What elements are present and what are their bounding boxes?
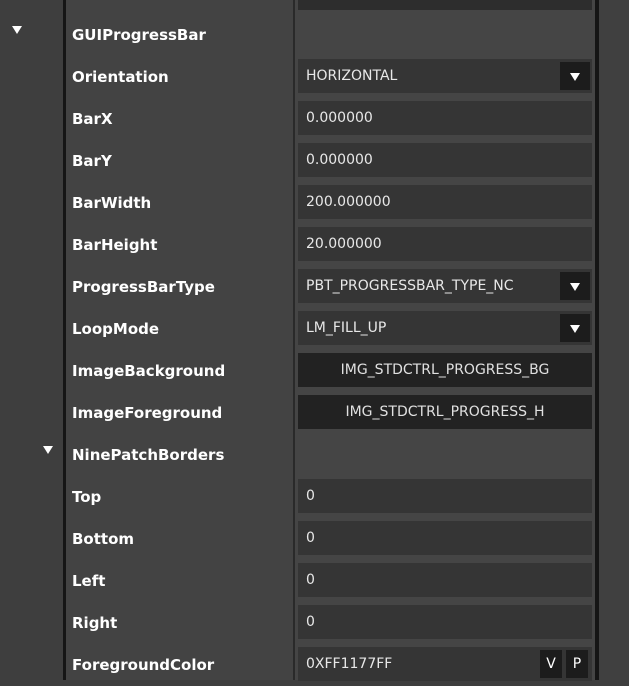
button-value: IMG_STDCTRL_PROGRESS_BG <box>340 362 550 378</box>
input-value: 0XFF1177FF <box>306 656 393 672</box>
barheight-input[interactable]: 20.000000 <box>298 227 592 261</box>
property-label: BarWidth <box>72 194 152 212</box>
bary-input[interactable]: 0.000000 <box>298 143 592 177</box>
top-input[interactable]: 0 <box>298 479 592 513</box>
section-title: NinePatchBorders <box>72 446 225 464</box>
foregroundcolor-input[interactable]: 0XFF1177FF V P <box>298 647 592 681</box>
property-label: BarHeight <box>72 236 158 254</box>
dropdown-arrow-icon <box>570 283 580 291</box>
property-row-bary: BarY 0.000000 <box>0 140 595 182</box>
scrollbar-track[interactable] <box>599 0 629 680</box>
imageforeground-picker-button[interactable]: IMG_STDCTRL_PROGRESS_H <box>298 395 592 429</box>
dropdown-button[interactable] <box>560 62 590 90</box>
property-label: Orientation <box>72 68 169 86</box>
property-row-left: Left 0 <box>0 560 595 602</box>
select-value: PBT_PROGRESSBAR_TYPE_NC <box>306 278 514 294</box>
select-value: LM_FILL_UP <box>306 320 387 336</box>
input-value: 200.000000 <box>306 194 391 210</box>
property-label: Right <box>72 614 118 632</box>
property-row-loopmode: LoopMode LM_FILL_UP <box>0 308 595 350</box>
input-value: 0.000000 <box>306 152 373 168</box>
progressbartype-select[interactable]: PBT_PROGRESSBAR_TYPE_NC <box>298 269 592 303</box>
imagebackground-picker-button[interactable]: IMG_STDCTRL_PROGRESS_BG <box>298 353 592 387</box>
previous-field-edge <box>298 0 592 10</box>
barx-input[interactable]: 0.000000 <box>298 101 592 135</box>
input-value: 0 <box>306 488 315 504</box>
dropdown-button[interactable] <box>560 314 590 342</box>
input-value: 0 <box>306 572 315 588</box>
chevron-down-icon[interactable] <box>43 446 53 454</box>
property-row-progressbartype: ProgressBarType PBT_PROGRESSBAR_TYPE_NC <box>0 266 595 308</box>
color-v-button[interactable]: V <box>540 650 562 678</box>
property-row-orientation: Orientation HORIZONTAL <box>0 56 595 98</box>
left-input[interactable]: 0 <box>298 563 592 597</box>
property-label: Bottom <box>72 530 135 548</box>
dropdown-arrow-icon <box>570 325 580 333</box>
input-value: 20.000000 <box>306 236 382 252</box>
property-label: ProgressBarType <box>72 278 215 296</box>
button-value: IMG_STDCTRL_PROGRESS_H <box>345 404 545 420</box>
property-row-bottom: Bottom 0 <box>0 518 595 560</box>
input-value: 0 <box>306 614 315 630</box>
property-row-right: Right 0 <box>0 602 595 644</box>
input-value: 0.000000 <box>306 110 373 126</box>
property-label: BarX <box>72 110 113 128</box>
dropdown-arrow-icon <box>570 73 580 81</box>
property-row-top: Top 0 <box>0 476 595 518</box>
section-header-ninepatchborders[interactable]: NinePatchBorders <box>0 434 595 476</box>
dropdown-button[interactable] <box>560 272 590 300</box>
chevron-down-icon[interactable] <box>12 26 22 34</box>
property-label: ImageForeground <box>72 404 223 422</box>
input-value: 0 <box>306 530 315 546</box>
right-input[interactable]: 0 <box>298 605 592 639</box>
property-row-imageforeground: ImageForeground IMG_STDCTRL_PROGRESS_H <box>0 392 595 434</box>
barwidth-input[interactable]: 200.000000 <box>298 185 592 219</box>
property-label: LoopMode <box>72 320 160 338</box>
property-row-barx: BarX 0.000000 <box>0 98 595 140</box>
color-p-button[interactable]: P <box>566 650 588 678</box>
property-label: BarY <box>72 152 112 170</box>
property-row-imagebackground: ImageBackground IMG_STDCTRL_PROGRESS_BG <box>0 350 595 392</box>
section-title: GUIProgressBar <box>72 26 206 44</box>
property-label: Left <box>72 572 106 590</box>
property-row-barheight: BarHeight 20.000000 <box>0 224 595 266</box>
orientation-select[interactable]: HORIZONTAL <box>298 59 592 93</box>
property-label: ImageBackground <box>72 362 226 380</box>
loopmode-select[interactable]: LM_FILL_UP <box>298 311 592 345</box>
section-header-guiprogressbar[interactable]: GUIProgressBar <box>0 14 595 56</box>
property-label: Top <box>72 488 102 506</box>
bottom-input[interactable]: 0 <box>298 521 592 555</box>
select-value: HORIZONTAL <box>306 68 398 84</box>
property-row-barwidth: BarWidth 200.000000 <box>0 182 595 224</box>
